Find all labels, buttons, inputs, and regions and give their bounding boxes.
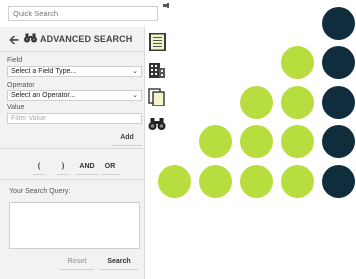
and-button[interactable]: AND bbox=[76, 160, 98, 175]
open-paren-button[interactable]: ( bbox=[33, 160, 45, 175]
building-icon[interactable] bbox=[148, 60, 166, 78]
advanced-search-panel: 🡨 ADVANCED SEARCH Field Select a Field T… bbox=[0, 27, 145, 279]
lime-dot bbox=[281, 125, 314, 158]
operator-select[interactable]: Select an Operator... ⌄ bbox=[7, 90, 142, 101]
lime-dot bbox=[281, 165, 314, 198]
operator-label: Operator bbox=[7, 82, 35, 89]
navy-dot bbox=[322, 165, 355, 198]
or-button[interactable]: OR bbox=[101, 160, 119, 175]
field-label: Field bbox=[7, 57, 23, 64]
operator-select-value: Select an Operator... bbox=[11, 92, 76, 99]
value-input[interactable]: Filter Value bbox=[7, 113, 142, 124]
field-select-value: Select a Field Type... bbox=[11, 68, 77, 75]
divider bbox=[0, 148, 145, 149]
lime-dot bbox=[281, 46, 314, 79]
panel-header: 🡨 ADVANCED SEARCH bbox=[0, 27, 145, 52]
binoculars-icon[interactable] bbox=[148, 115, 166, 133]
lime-dot bbox=[199, 125, 232, 158]
divider bbox=[0, 179, 145, 180]
documents-icon[interactable] bbox=[148, 88, 166, 106]
panel-title: ADVANCED SEARCH bbox=[40, 34, 133, 44]
reset-button[interactable]: Reset bbox=[60, 255, 94, 270]
query-label: Your Search Query: bbox=[9, 188, 71, 195]
chevron-down-icon: ⌄ bbox=[132, 68, 138, 75]
search-button[interactable]: Search bbox=[100, 255, 138, 270]
lime-dot bbox=[199, 165, 232, 198]
navy-dot bbox=[322, 86, 355, 119]
lime-dot bbox=[240, 165, 273, 198]
pin-icon bbox=[163, 3, 169, 8]
notebook-icon[interactable] bbox=[148, 33, 166, 51]
quick-search-input[interactable] bbox=[8, 6, 158, 21]
lime-dot bbox=[281, 86, 314, 119]
navy-dot bbox=[322, 46, 355, 79]
add-button[interactable]: Add bbox=[112, 131, 142, 146]
query-textarea[interactable] bbox=[9, 202, 140, 249]
chevron-down-icon: ⌄ bbox=[132, 92, 138, 99]
binoculars-icon bbox=[24, 33, 37, 43]
close-paren-button[interactable]: ) bbox=[57, 160, 69, 175]
navy-dot bbox=[322, 125, 355, 158]
lime-dot bbox=[240, 86, 273, 119]
back-arrow-icon[interactable]: 🡨 bbox=[9, 31, 19, 52]
lime-dot bbox=[158, 165, 191, 198]
field-select[interactable]: Select a Field Type... ⌄ bbox=[7, 66, 142, 77]
navy-dot bbox=[322, 7, 355, 40]
value-label: Value bbox=[7, 104, 25, 111]
lime-dot bbox=[240, 125, 273, 158]
